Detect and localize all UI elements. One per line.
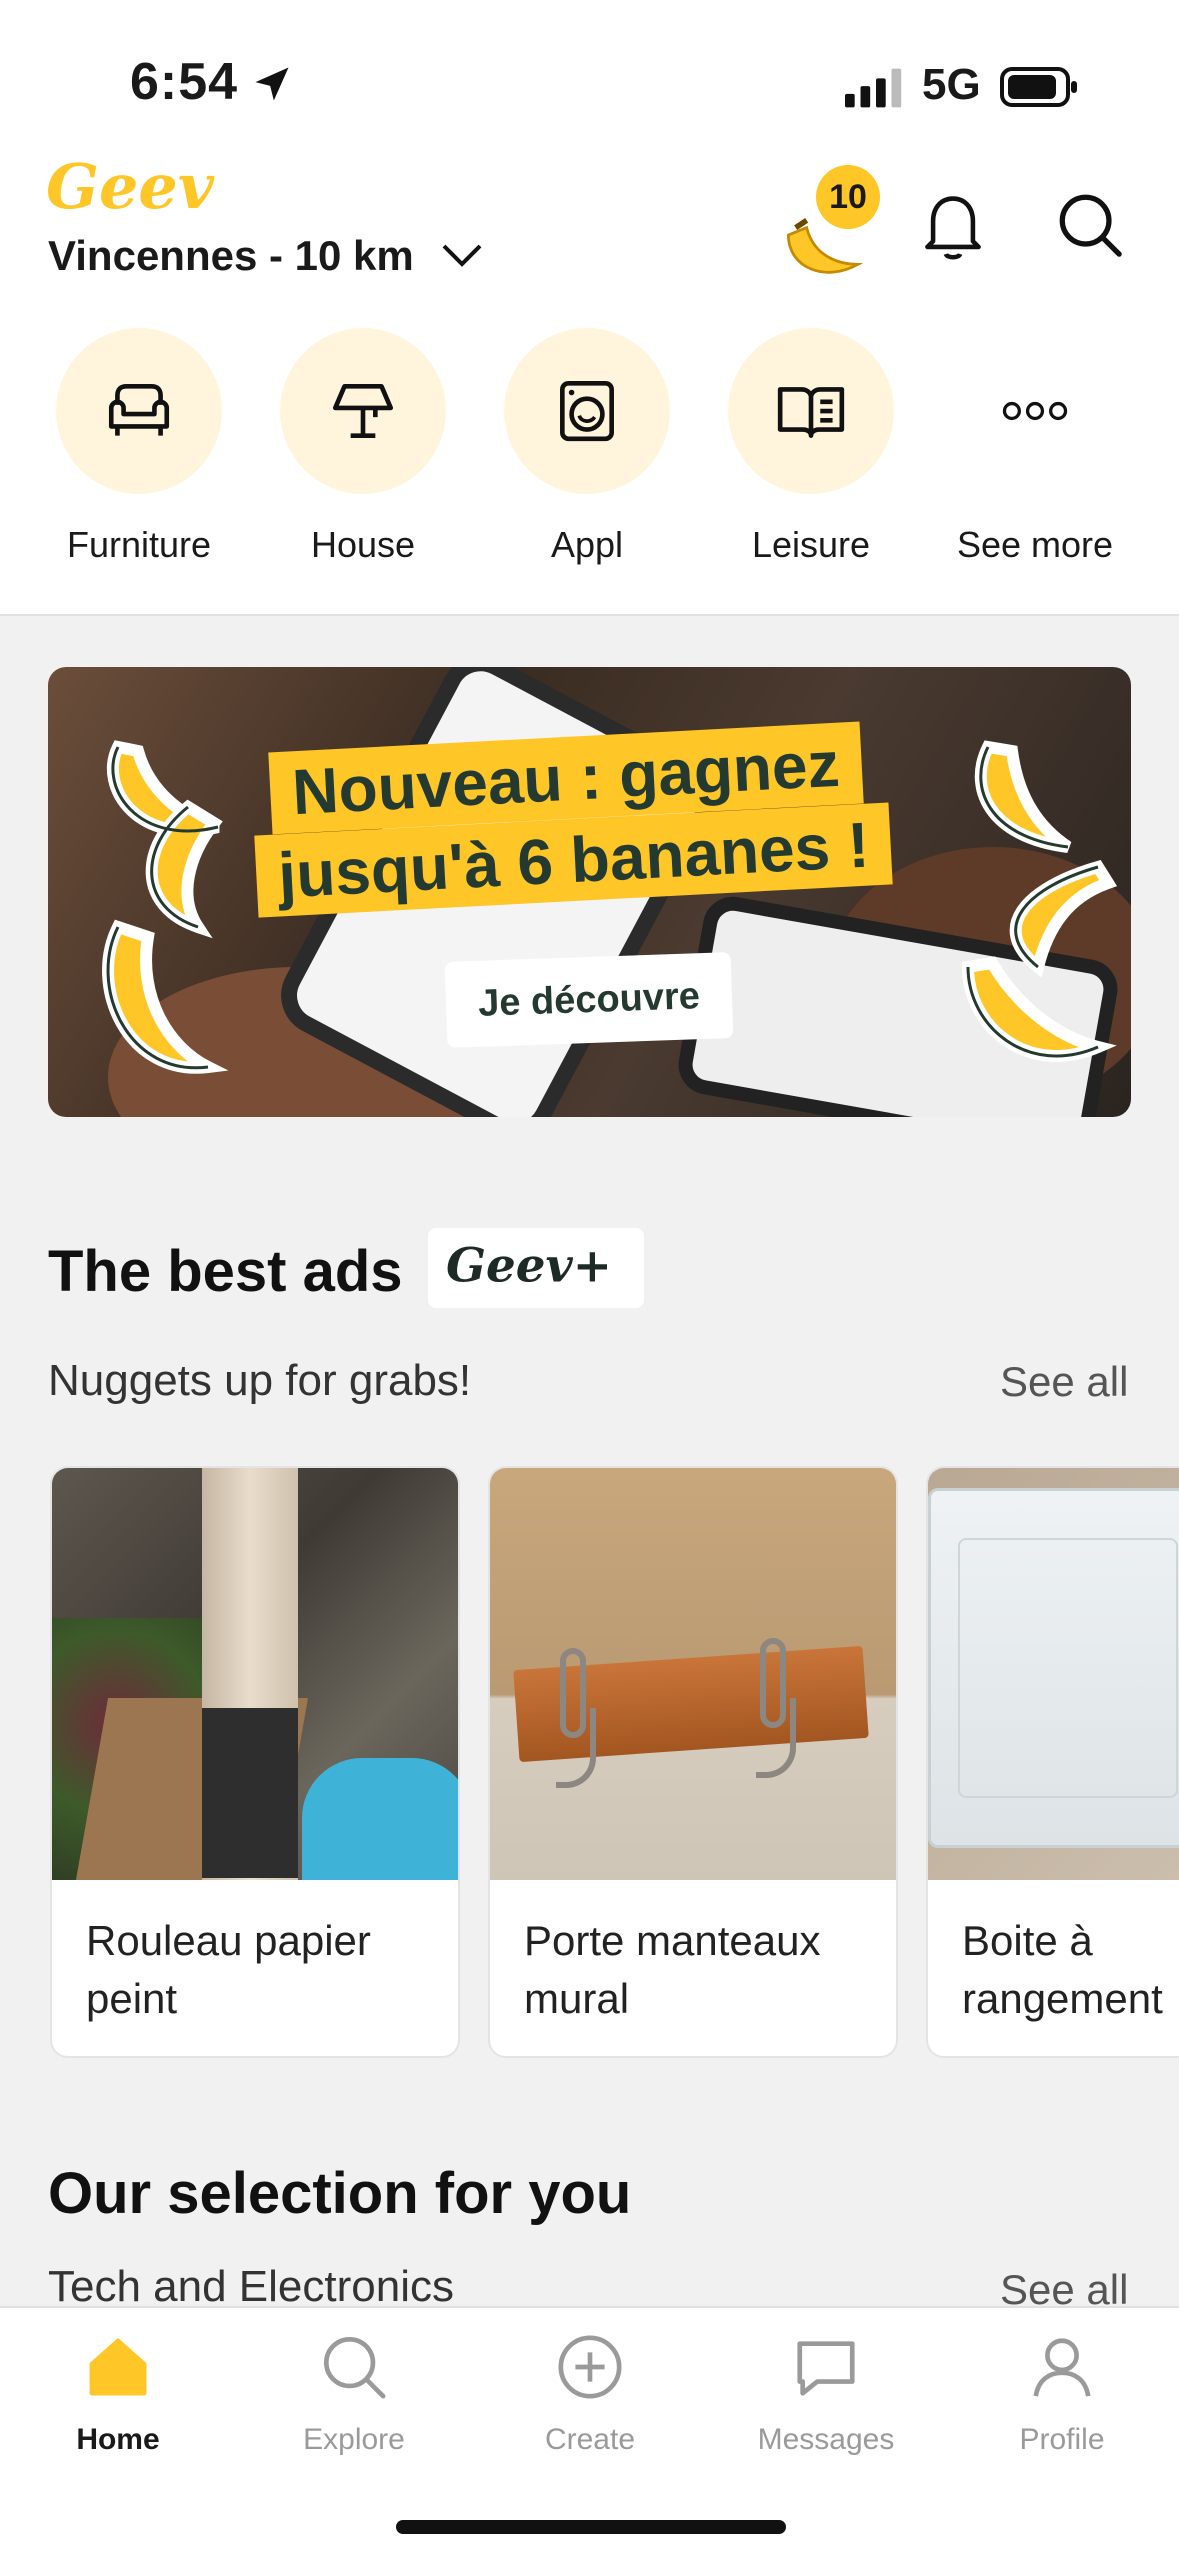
- profile-icon: [1033, 2338, 1091, 2397]
- best-ads-subtitle: Nuggets up for grabs!: [48, 1356, 472, 1405]
- ad-image-coat-rack: [490, 1468, 896, 1880]
- book-icon: [777, 387, 845, 438]
- home-indicator: [396, 2520, 786, 2534]
- category-house[interactable]: House: [251, 328, 475, 566]
- category-leisure[interactable]: Leisure: [699, 328, 923, 566]
- tab-home[interactable]: Home: [0, 2332, 236, 2457]
- ad-title: Porte manteaux mural: [524, 1917, 821, 2022]
- best-ads-see-all-link[interactable]: See all: [1000, 1358, 1128, 1406]
- category-furniture[interactable]: Furniture: [27, 328, 251, 566]
- armchair-icon: [108, 384, 170, 436]
- category-label: Appl: [550, 524, 624, 565]
- promo-cta-button[interactable]: Je découvre: [444, 952, 734, 1048]
- tab-profile[interactable]: Profile: [944, 2332, 1179, 2457]
- tab-label: Create: [544, 2423, 636, 2456]
- search-icon[interactable]: [1055, 190, 1125, 260]
- selection-subtitle: Tech and Electronics: [48, 2262, 454, 2311]
- logo-text: Geev: [46, 150, 215, 223]
- message-icon: [797, 2341, 855, 2396]
- status-bar: 6:54 5G: [0, 0, 1179, 160]
- tab-label: Home: [76, 2423, 160, 2456]
- status-time: 6:54: [130, 53, 239, 111]
- more-dots-icon: [1002, 401, 1068, 421]
- app-header: Geev Vincennes - 10 km: [0, 150, 1179, 310]
- home-icon: [89, 2338, 147, 2396]
- promo-banner[interactable]: Nouveau : gagnez jusqu'à 6 bananes ! Je …: [48, 667, 1131, 1117]
- tab-label: Profile: [1019, 2423, 1105, 2456]
- lamp-icon: [332, 384, 394, 438]
- plus-circle-icon: [558, 2335, 622, 2399]
- category-appl[interactable]: Appl: [475, 328, 699, 566]
- category-label: Furniture: [66, 524, 212, 565]
- ad-title: Rouleau papier peint: [86, 1917, 371, 2022]
- category-label: House: [310, 524, 416, 565]
- best-ads-title: The best ads: [48, 1239, 403, 1304]
- search-icon: [323, 2336, 386, 2399]
- category-see-more[interactable]: See more: [923, 328, 1147, 566]
- banana-count-badge: 10: [816, 165, 880, 229]
- signal-icon: [845, 68, 902, 108]
- category-label: Leisure: [751, 524, 871, 565]
- category-label: See more: [956, 524, 1114, 565]
- location-selector[interactable]: Vincennes - 10 km: [48, 232, 482, 280]
- banana-illustration: [961, 740, 1118, 1062]
- chevron-down-icon: [442, 244, 482, 267]
- banana-illustration: [102, 740, 229, 1074]
- selection-title: Our selection for you: [48, 2161, 632, 2226]
- geev-logo: Geev: [46, 150, 215, 223]
- bottom-tab-bar: Home Explore Create Messages Profile: [0, 2306, 1179, 2556]
- tab-messages[interactable]: Messages: [708, 2332, 944, 2457]
- tab-label: Explore: [303, 2423, 405, 2456]
- geev-plus-logo: Geev+: [446, 1239, 612, 1294]
- battery-icon: [1000, 67, 1077, 107]
- ad-title: Boite à rangement: [962, 1917, 1163, 2022]
- ad-image-storage-box: [928, 1468, 1179, 1880]
- ad-image-wallpaper-roll: [52, 1468, 458, 1880]
- tab-explore[interactable]: Explore: [236, 2332, 472, 2457]
- ad-card[interactable]: Rouleau papier peint: [50, 1466, 460, 2058]
- geev-plus-text: Geev+: [446, 1239, 612, 1294]
- ad-card[interactable]: Boite à rangement: [926, 1466, 1179, 2058]
- location-label: Vincennes - 10 km: [48, 232, 414, 279]
- washing-machine-icon: [560, 380, 614, 442]
- location-arrow-icon: [255, 67, 289, 101]
- ad-card[interactable]: Porte manteaux mural: [488, 1466, 898, 2058]
- network-label: 5G: [922, 60, 981, 109]
- bell-icon[interactable]: [918, 190, 988, 264]
- tab-create[interactable]: Create: [472, 2332, 708, 2457]
- category-row: Furniture House Appl Leisure See more: [0, 310, 1179, 616]
- tab-label: Messages: [757, 2423, 895, 2456]
- geev-plus-badge: Geev+: [428, 1228, 644, 1308]
